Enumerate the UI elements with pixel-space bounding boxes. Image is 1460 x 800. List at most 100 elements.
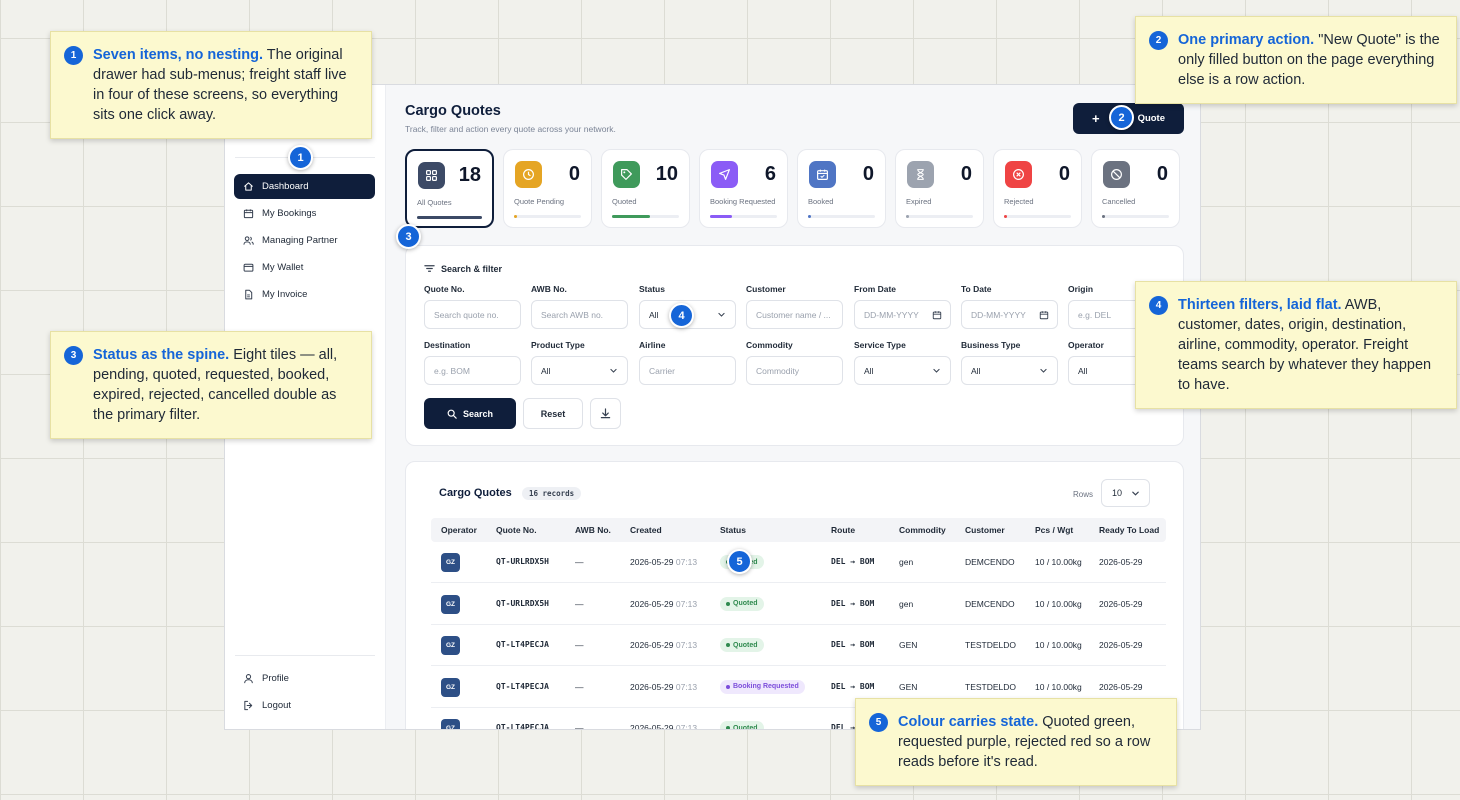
sidebar-item-managing-partner[interactable]: Managing Partner <box>234 228 375 253</box>
created-date: 2026-05-29 <box>630 681 674 692</box>
annotation-heading: Status as the spine. <box>93 347 230 363</box>
sidebar-item-profile[interactable]: Profile <box>234 666 375 691</box>
status-tile-quoted[interactable]: 10 Quoted <box>601 149 690 228</box>
pieces-weight: 10 / 10.00kg <box>1035 598 1082 609</box>
tile-label: Booked <box>808 197 834 206</box>
column-header: Commodity <box>899 525 946 535</box>
tile-progress-fill <box>710 215 733 218</box>
annotation-note-1: 1 Seven items, no nesting. The original d… <box>50 31 372 139</box>
sidebar-item-my-bookings[interactable]: My Bookings <box>234 201 375 226</box>
status-tile-booked[interactable]: 0 Booked <box>797 149 886 228</box>
calendar-icon <box>243 209 254 219</box>
status-label: Booking Requested <box>733 683 799 690</box>
filter-title: Search & filter <box>441 263 503 274</box>
placeholder-text: Customer name / ... <box>756 309 831 320</box>
tile-progress-fill <box>808 215 811 218</box>
column-header: Status <box>720 525 746 535</box>
route-origin: DEL <box>831 598 846 608</box>
tile-label: Quote Pending <box>514 197 565 206</box>
tag-icon <box>621 169 632 180</box>
created-time: 07:13 <box>675 557 698 567</box>
reset-button[interactable]: Reset <box>523 398 583 429</box>
table-row[interactable]: GZQT-URLRDX5H—2026-05-29 07:13QuotedDEL … <box>431 584 1166 625</box>
filter-customer-input[interactable]: Customer name / ... <box>746 300 843 329</box>
rows-per-page-select[interactable]: 10 <box>1101 479 1150 507</box>
created-date: 2026-05-29 <box>630 557 674 567</box>
sidebar-item-label: My Invoice <box>262 289 308 300</box>
filter-commodity-input[interactable]: Commodity <box>746 356 843 385</box>
quote-number: QT-URLRDX5H <box>496 557 549 566</box>
annotation-marker-3: 3 <box>396 224 421 249</box>
created-datetime: 2026-05-29 07:13 <box>630 599 697 609</box>
sidebar-item-dashboard[interactable]: Dashboard <box>234 174 375 199</box>
tile-label: Quoted <box>612 197 637 206</box>
tile-progress-bar <box>1102 215 1169 218</box>
table-row[interactable]: GZQT-URLRDX5H—2026-05-29 07:13QuotedDEL … <box>431 542 1166 583</box>
page-subtitle: Track, filter and action every quote acr… <box>405 124 616 134</box>
sidebar-item-label: My Wallet <box>262 262 304 273</box>
table-header: Operator Quote No. AWB No. Created Status Rou… <box>431 518 1166 542</box>
tile-progress-bar <box>417 216 482 219</box>
search-button[interactable]: Search <box>424 398 516 429</box>
filter-quote-no-input[interactable]: Search quote no. <box>424 300 521 329</box>
filter-to-date-input[interactable]: DD-MM-YYYY <box>961 300 1058 329</box>
tile-count: 0 <box>1058 163 1070 185</box>
tile-progress-bar <box>808 215 875 218</box>
created-datetime: 2026-05-29 07:13 <box>630 682 697 692</box>
table-row[interactable]: GZ QT-LT4PECJA — 2026-05-29 07:13 Quoted DEL … <box>431 625 1166 666</box>
status-dot <box>726 684 730 689</box>
selected-value: All <box>541 365 551 376</box>
search-button-label: Search <box>462 408 494 419</box>
arrow-right-icon: → <box>845 640 860 649</box>
status-tile-rejected[interactable]: 0 Rejected <box>993 149 1082 228</box>
chevron-down-icon <box>610 368 617 373</box>
created-time: 07:13 <box>675 598 698 609</box>
annotation-note-3: 3 Status as the spine. Eight tiles — all,… <box>50 331 372 439</box>
status-badge: Quoted <box>720 596 764 611</box>
selected-value: All <box>1078 365 1088 376</box>
created-time: 07:13 <box>675 681 698 692</box>
filter-service-type-select[interactable]: All <box>854 356 951 385</box>
clock-icon <box>523 169 534 180</box>
tile-icon-badge <box>711 161 738 188</box>
status-tile-quote-pending[interactable]: 0 Quote Pending <box>503 149 592 228</box>
sidebar-item-logout[interactable]: Logout <box>234 693 375 718</box>
filter-awb-no-input[interactable]: Search AWB no. <box>531 300 628 329</box>
filter-airline-input[interactable]: Carrier <box>639 356 736 385</box>
filter-label-business-type: Business Type <box>961 340 1021 350</box>
tile-label: Rejected <box>1004 197 1034 206</box>
created-date: 2026-05-29 <box>630 723 674 730</box>
tile-count: 18 <box>458 164 481 186</box>
column-header: AWB No. <box>575 525 611 535</box>
tile-label: Expired <box>906 197 932 206</box>
sidebar-divider <box>235 655 375 656</box>
filter-business-type-select[interactable]: All <box>961 356 1058 385</box>
sidebar-item-my-wallet[interactable]: My Wallet <box>234 255 375 280</box>
tile-progress-fill <box>417 216 482 219</box>
annotation-number: 5 <box>869 713 888 732</box>
filter-destination-input[interactable]: e.g. BOM <box>424 356 521 385</box>
route-destination: BOM <box>859 557 875 566</box>
download-button[interactable] <box>590 398 621 429</box>
quote-number: QT-URLRDX5H <box>496 598 549 608</box>
filter-label-to-date: To Date <box>961 284 992 294</box>
status-label: Quoted <box>733 641 758 649</box>
hourglass-icon <box>917 169 924 180</box>
filter-from-date-input[interactable]: DD-MM-YYYY <box>854 300 951 329</box>
annotation-note-5: 5 Colour carries state. Quoted green, req… <box>855 698 1177 786</box>
sidebar-item-my-invoice[interactable]: My Invoice <box>234 282 375 307</box>
status-tile-booking-requested[interactable]: 6 Booking Requested <box>699 149 788 228</box>
status-tile-cancelled[interactable]: 0 Cancelled <box>1091 149 1180 228</box>
tile-progress-fill <box>1102 215 1105 218</box>
annotation-heading: Colour carries state. <box>898 714 1039 730</box>
route-origin: DEL <box>831 557 846 566</box>
status-tile-all-quotes[interactable]: 18 All Quotes <box>405 149 494 228</box>
records-badge: 16 records <box>522 487 582 500</box>
main-content: Cargo Quotes Track, filter and action ev… <box>386 85 1200 729</box>
filter-label-customer: Customer <box>746 284 786 294</box>
sidebar-item-label: My Bookings <box>262 208 317 219</box>
created-datetime: 2026-05-29 07:13 <box>630 640 697 650</box>
status-tile-expired[interactable]: 0 Expired <box>895 149 984 228</box>
filter-product-type-select[interactable]: All <box>531 356 628 385</box>
created-datetime: 2026-05-29 07:13 <box>630 723 697 730</box>
